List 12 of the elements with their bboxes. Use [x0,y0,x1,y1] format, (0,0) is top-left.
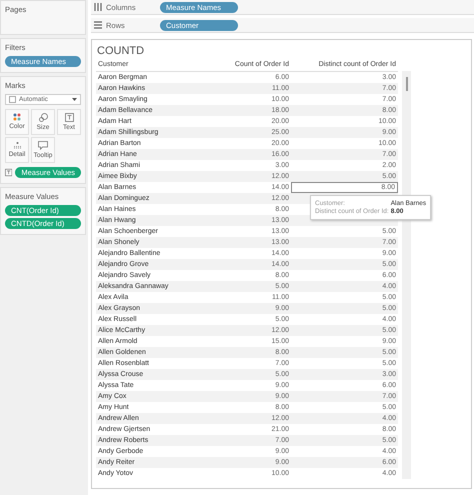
text-box-icon [64,113,74,122]
color-dots-icon [13,113,21,121]
scroll-thumb[interactable] [406,77,408,91]
mark-type-icon [9,96,16,103]
speech-bubble-icon [38,141,48,150]
rows-icon [94,21,102,29]
dropdown-caret-icon [72,98,77,101]
sheet-title: COUNTD [97,45,146,57]
text-mark-icon [5,168,12,177]
columns-icon [94,3,102,11]
detail-dots-icon [12,141,22,149]
size-circles-icon [38,113,48,122]
